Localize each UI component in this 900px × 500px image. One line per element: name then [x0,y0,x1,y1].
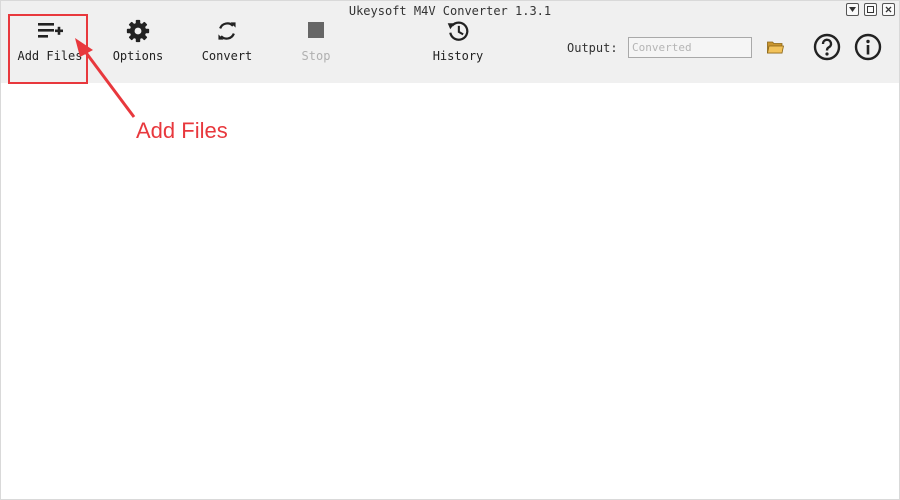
convert-label: Convert [201,49,253,63]
minimize-icon [867,6,874,13]
triangle-down-icon [849,7,856,12]
history-icon [447,21,469,41]
output-label: Output: [567,41,618,55]
info-icon [854,33,882,61]
window-controls [846,3,895,16]
browse-folder-button[interactable] [767,39,784,58]
annotation-label: Add Files [136,118,228,143]
refresh-icon [218,22,236,40]
history-button[interactable]: History [427,19,489,63]
window-menu-button[interactable] [846,3,859,16]
folder-icon [767,41,784,54]
info-button[interactable] [854,33,882,65]
file-list-area [1,83,899,499]
close-button[interactable] [882,3,895,16]
history-label: History [432,49,484,63]
help-icon [813,33,841,61]
stop-label: Stop [301,49,331,63]
help-button[interactable] [813,33,841,65]
minimize-button[interactable] [864,3,877,16]
stop-button[interactable]: Stop [289,19,343,63]
output-folder-input[interactable] [628,37,752,58]
stop-icon [308,22,324,38]
close-icon [885,6,892,13]
convert-button[interactable]: Convert [195,19,259,63]
